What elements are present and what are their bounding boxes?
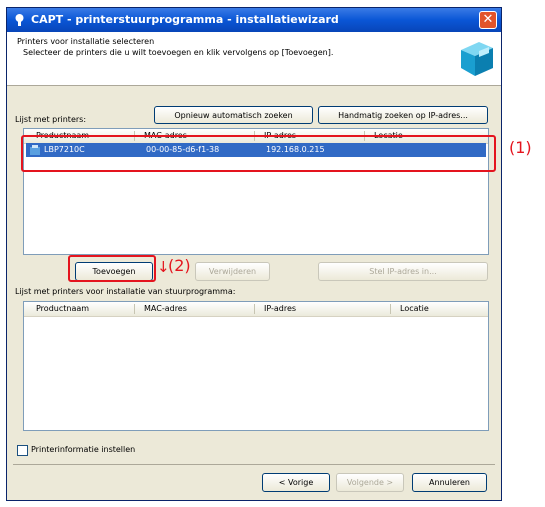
install-list-header: Productnaam MAC-adres IP-adres Locatie: [24, 302, 488, 317]
printers-list-label: Lijst met printers:: [15, 115, 87, 124]
footer-divider: [13, 464, 495, 465]
header-title: Printers voor installatie selecteren: [17, 37, 155, 46]
col-location[interactable]: Locatie: [400, 304, 429, 313]
auto-search-button[interactable]: Opnieuw automatisch zoeken: [154, 106, 313, 124]
manual-search-button[interactable]: Handmatig zoeken op IP-adres...: [318, 106, 488, 124]
printer-icon: [461, 42, 493, 76]
close-button[interactable]: ✕: [479, 11, 497, 29]
printer-info-checkbox-label[interactable]: Printerinformatie instellen: [31, 445, 135, 454]
col-ip[interactable]: IP-adres: [264, 304, 296, 313]
header-description: Selecteer de printers die u wilt toevoeg…: [23, 48, 334, 57]
remove-button[interactable]: Verwijderen: [195, 262, 270, 281]
next-button[interactable]: Volgende >: [336, 473, 404, 492]
back-button[interactable]: < Vorige: [262, 473, 330, 492]
cancel-button[interactable]: Annuleren: [412, 473, 487, 492]
set-ip-button[interactable]: Stel IP-adres in...: [318, 262, 488, 281]
title-bar: CAPT - printerstuurprogramma - installat…: [7, 8, 501, 32]
install-list[interactable]: Productnaam MAC-adres IP-adres Locatie: [23, 301, 489, 431]
install-list-label: Lijst met printers voor installatie van …: [15, 287, 236, 296]
wizard-header: Printers voor installatie selecteren Sel…: [7, 32, 501, 86]
printer-app-icon: [15, 14, 24, 26]
callout-label-1: (1): [509, 138, 532, 157]
col-product[interactable]: Productnaam: [36, 304, 89, 313]
highlight-box-printer-row: [21, 135, 496, 172]
printer-info-checkbox[interactable]: [17, 445, 28, 456]
wizard-window: CAPT - printerstuurprogramma - installat…: [6, 7, 502, 501]
highlight-box-add-button: [68, 255, 156, 282]
callout-label-2: (2): [168, 256, 191, 275]
col-mac[interactable]: MAC-adres: [144, 304, 187, 313]
window-title: CAPT - printerstuurprogramma - installat…: [31, 13, 339, 26]
